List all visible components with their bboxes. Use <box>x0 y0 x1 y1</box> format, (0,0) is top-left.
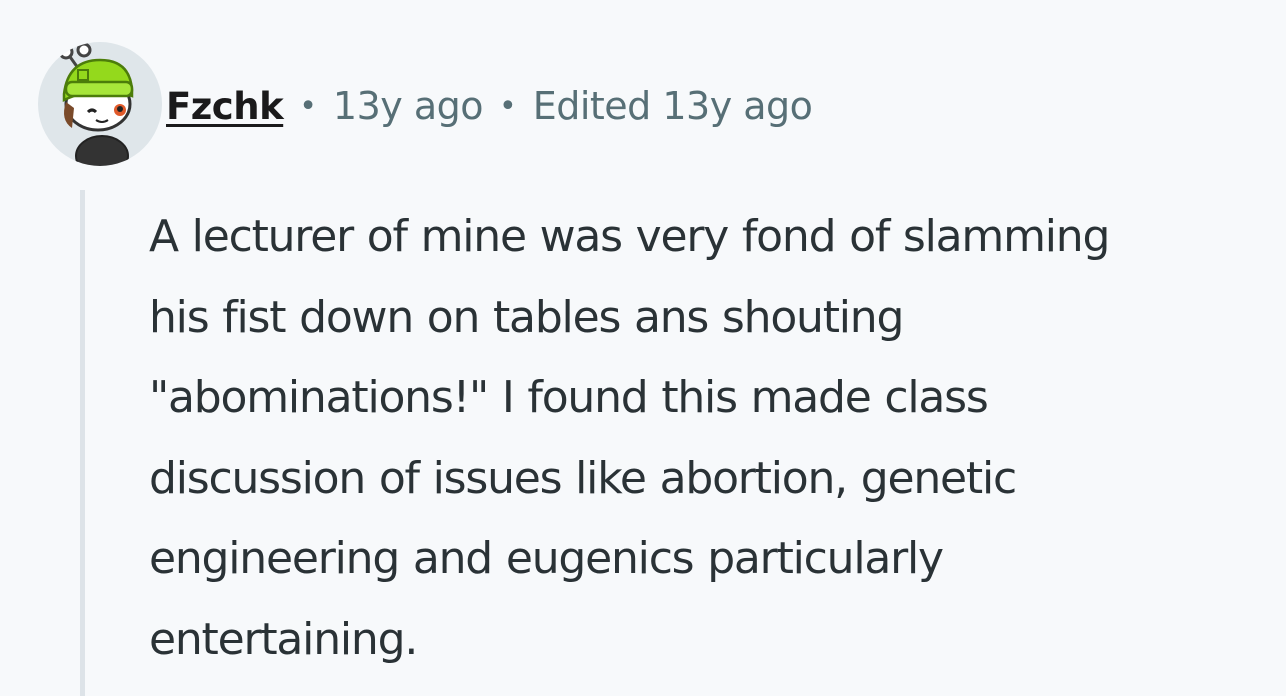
comment-body-line: engineering and eugenics particularly <box>149 533 944 584</box>
posted-time[interactable]: 13y ago <box>333 84 484 128</box>
comment-body-line: "abominations!" I found this made class <box>149 372 989 423</box>
comment: Fzchk • 13y ago • Edited 13y ago A lectu… <box>0 0 1286 696</box>
snoo-avatar-icon <box>58 42 134 166</box>
comment-body: A lecturer of mine was very fond of slam… <box>149 197 1279 680</box>
comment-meta: Fzchk • 13y ago • Edited 13y ago <box>166 78 813 134</box>
comment-body-line: entertaining. <box>149 613 418 665</box>
comment-body-line: A lecturer of mine was very fond of slam… <box>149 211 1110 262</box>
comment-body-line: his fist down on tables ans shouting <box>149 291 904 343</box>
avatar[interactable] <box>38 42 162 166</box>
thread-line[interactable] <box>80 190 85 696</box>
meta-separator: • <box>498 88 517 124</box>
author-link[interactable]: Fzchk <box>166 85 284 128</box>
comment-body-line: discussion of issues like abortion, gene… <box>149 452 1017 504</box>
meta-separator: • <box>299 88 317 124</box>
edited-time: Edited 13y ago <box>532 84 813 128</box>
